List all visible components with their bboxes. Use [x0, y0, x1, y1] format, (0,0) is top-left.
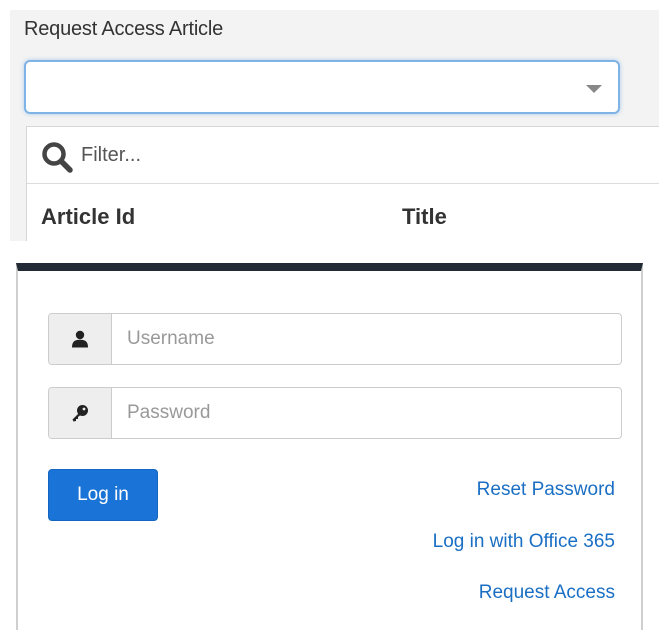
password-addon [49, 388, 112, 438]
request-access-article-label: Request Access Article [24, 18, 224, 40]
username-addon [49, 314, 112, 364]
column-header-article-id[interactable]: Article Id [41, 204, 135, 230]
password-input[interactable] [127, 388, 607, 438]
key-icon [72, 405, 88, 422]
article-select[interactable] [24, 60, 620, 114]
login-button[interactable]: Log in [48, 469, 158, 521]
office365-login-link[interactable]: Log in with Office 365 [433, 531, 615, 553]
password-input-group [48, 387, 622, 439]
reset-password-link[interactable]: Reset Password [477, 479, 615, 501]
user-icon [72, 330, 88, 348]
article-dropdown: Article Id Title [26, 126, 659, 241]
filter-row [27, 127, 659, 184]
search-icon [42, 142, 73, 173]
column-header-title[interactable]: Title [402, 204, 447, 230]
request-access-article-panel: Request Access Article Article Id Title [10, 10, 659, 241]
request-access-link[interactable]: Request Access [479, 582, 615, 604]
article-table-header: Article Id Title [27, 184, 659, 241]
username-input[interactable] [127, 314, 607, 364]
username-input-group [48, 313, 622, 365]
chevron-down-icon[interactable] [586, 85, 602, 93]
filter-input[interactable] [81, 141, 381, 169]
login-panel: Log in Reset Password Log in with Office… [16, 263, 643, 630]
